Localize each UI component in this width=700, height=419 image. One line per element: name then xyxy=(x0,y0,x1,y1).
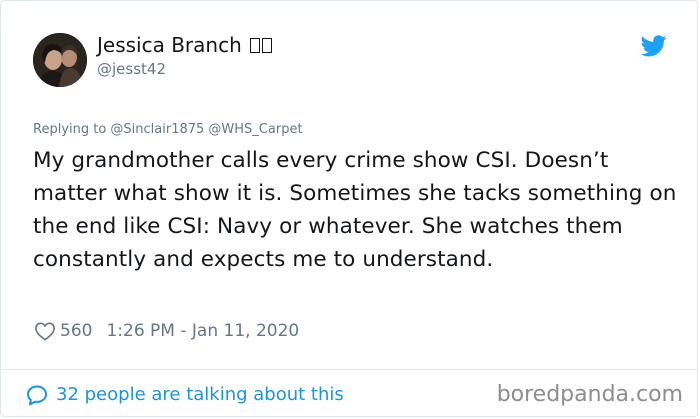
author-handle[interactable]: @jesst42 xyxy=(97,59,272,79)
avatar-photo xyxy=(33,33,87,87)
watermark: boredpanda.com xyxy=(496,382,683,407)
heart-icon[interactable] xyxy=(34,321,56,341)
like-count[interactable]: 560 xyxy=(60,319,92,343)
conversation-link[interactable]: 32 people are talking about this xyxy=(25,383,344,407)
avatar[interactable] xyxy=(33,33,87,87)
replying-to-text: Replying to @Sinclair1875 @WHS_Carpet xyxy=(33,122,303,137)
author-display-name[interactable]: Jessica Branch xyxy=(97,33,242,57)
author-block[interactable]: Jessica Branch @jesst42 xyxy=(97,33,272,79)
divider xyxy=(1,369,697,370)
tweet-card: Jessica Branch @jesst42 Replying to @Sin… xyxy=(0,0,698,417)
tweet-meta: 560 1:26 PM - Jan 11, 2020 xyxy=(34,319,299,343)
emoji-placeholder-icon xyxy=(249,37,272,53)
twitter-bird-icon[interactable] xyxy=(641,35,667,57)
speech-bubble-icon xyxy=(25,383,49,407)
conversation-link-text[interactable]: 32 people are talking about this xyxy=(56,383,344,407)
tweet-timestamp[interactable]: 1:26 PM - Jan 11, 2020 xyxy=(106,319,299,343)
author-name-row[interactable]: Jessica Branch xyxy=(97,33,272,57)
tweet-text: My grandmother calls every crime show CS… xyxy=(33,148,677,272)
